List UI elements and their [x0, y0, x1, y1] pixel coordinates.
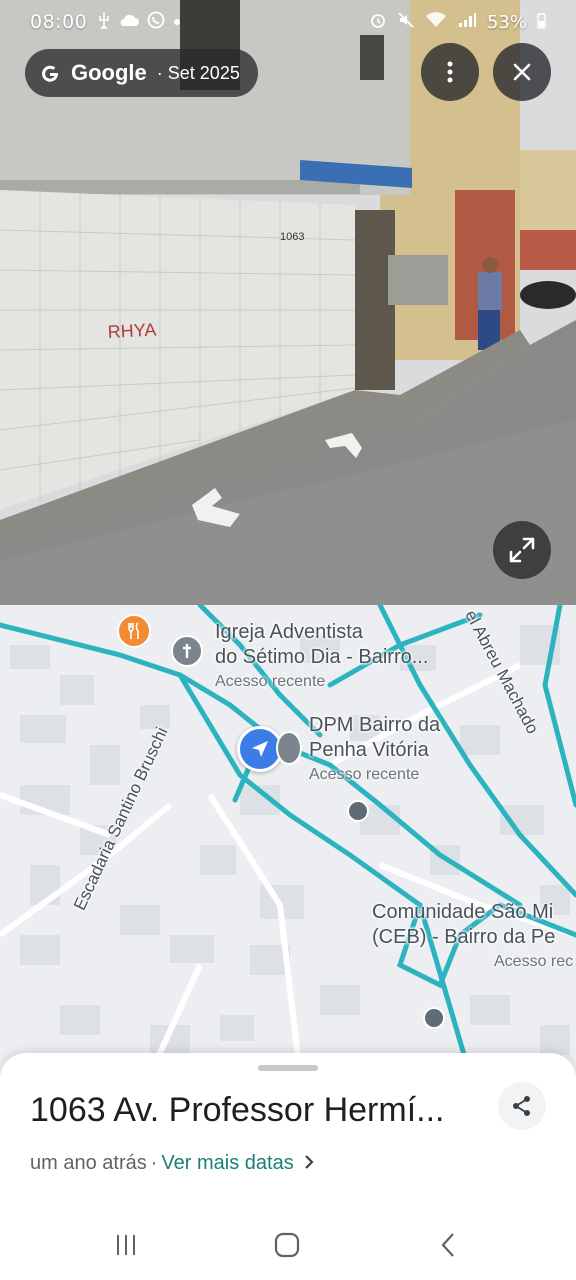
cloud-icon — [119, 13, 140, 32]
fork-knife-icon — [128, 622, 139, 639]
place-sub-church: Acesso recente — [215, 673, 326, 690]
close-button[interactable] — [493, 43, 551, 101]
street-view-date-pill[interactable]: Google · Set 2025 — [25, 49, 258, 97]
dot-icon — [173, 13, 181, 31]
place-label-church[interactable]: Igreja Adventista do Sétimo Dia - Bairro… — [215, 620, 428, 670]
svg-text:RHYA: RHYA — [107, 319, 157, 342]
close-icon — [513, 63, 531, 81]
capture-date: · Set 2025 — [156, 62, 240, 83]
share-icon — [513, 1096, 530, 1116]
expand-icon — [509, 537, 535, 563]
more-options-button[interactable] — [421, 43, 479, 101]
capture-meta: um ano atrás · Ver mais datas — [30, 1150, 314, 1176]
street-view-panorama[interactable]: RHYA 1063 08:00 53% Google · Set 2025 — [0, 0, 576, 605]
alarm-icon — [369, 11, 387, 34]
back-icon — [441, 1233, 454, 1257]
address-title: 1063 Av. Professor Hermí... — [30, 1091, 445, 1129]
status-time: 08:00 — [30, 11, 88, 33]
status-right-icons: 53% — [369, 11, 546, 34]
church-marker[interactable] — [171, 635, 203, 667]
chevron-right-icon[interactable] — [304, 1150, 314, 1176]
back-button[interactable] — [420, 1222, 476, 1268]
svg-text:1063: 1063 — [280, 231, 304, 243]
meta-separator: · — [150, 1151, 158, 1174]
more-vert-icon — [447, 61, 453, 83]
google-g-icon — [39, 62, 61, 84]
sheet-drag-handle[interactable] — [258, 1065, 318, 1071]
place-sub-community: Acesso rec — [494, 953, 574, 970]
place-label-community[interactable]: Comunidade São Mi (CEB) - Bairro da Pe — [372, 900, 555, 950]
expand-button[interactable] — [493, 521, 551, 579]
signal-icon — [457, 11, 477, 34]
mute-icon — [397, 11, 415, 34]
home-button[interactable] — [259, 1222, 315, 1268]
direction-arrow-icon — [252, 741, 268, 757]
see-more-dates-link[interactable]: Ver mais datas — [161, 1152, 293, 1175]
cross-icon — [183, 644, 191, 658]
battery-percent: 53% — [486, 11, 527, 33]
bus-stop-icon[interactable] — [423, 1007, 445, 1029]
usb-icon — [97, 11, 111, 34]
status-bar: 08:00 53% — [0, 0, 576, 44]
battery-icon — [537, 11, 546, 34]
recent-apps-button[interactable] — [98, 1222, 154, 1268]
restaurant-marker[interactable] — [117, 614, 151, 648]
whatsapp-icon — [147, 11, 165, 34]
status-left-icons — [97, 11, 181, 34]
home-icon — [274, 1232, 300, 1258]
place-label-police[interactable]: DPM Bairro da Penha Vitória — [309, 713, 440, 763]
map-view[interactable]: Igreja Adventista do Sétimo Dia - Bairro… — [0, 605, 576, 1075]
place-sub-police: Acesso recente — [309, 766, 420, 783]
time-ago: um ano atrás — [30, 1151, 147, 1174]
wifi-icon — [425, 11, 447, 34]
recent-apps-icon — [117, 1235, 135, 1255]
police-marker[interactable] — [276, 731, 302, 765]
brand-label: Google — [71, 60, 147, 85]
bus-stop-icon[interactable] — [347, 800, 369, 822]
share-button[interactable] — [498, 1082, 546, 1130]
